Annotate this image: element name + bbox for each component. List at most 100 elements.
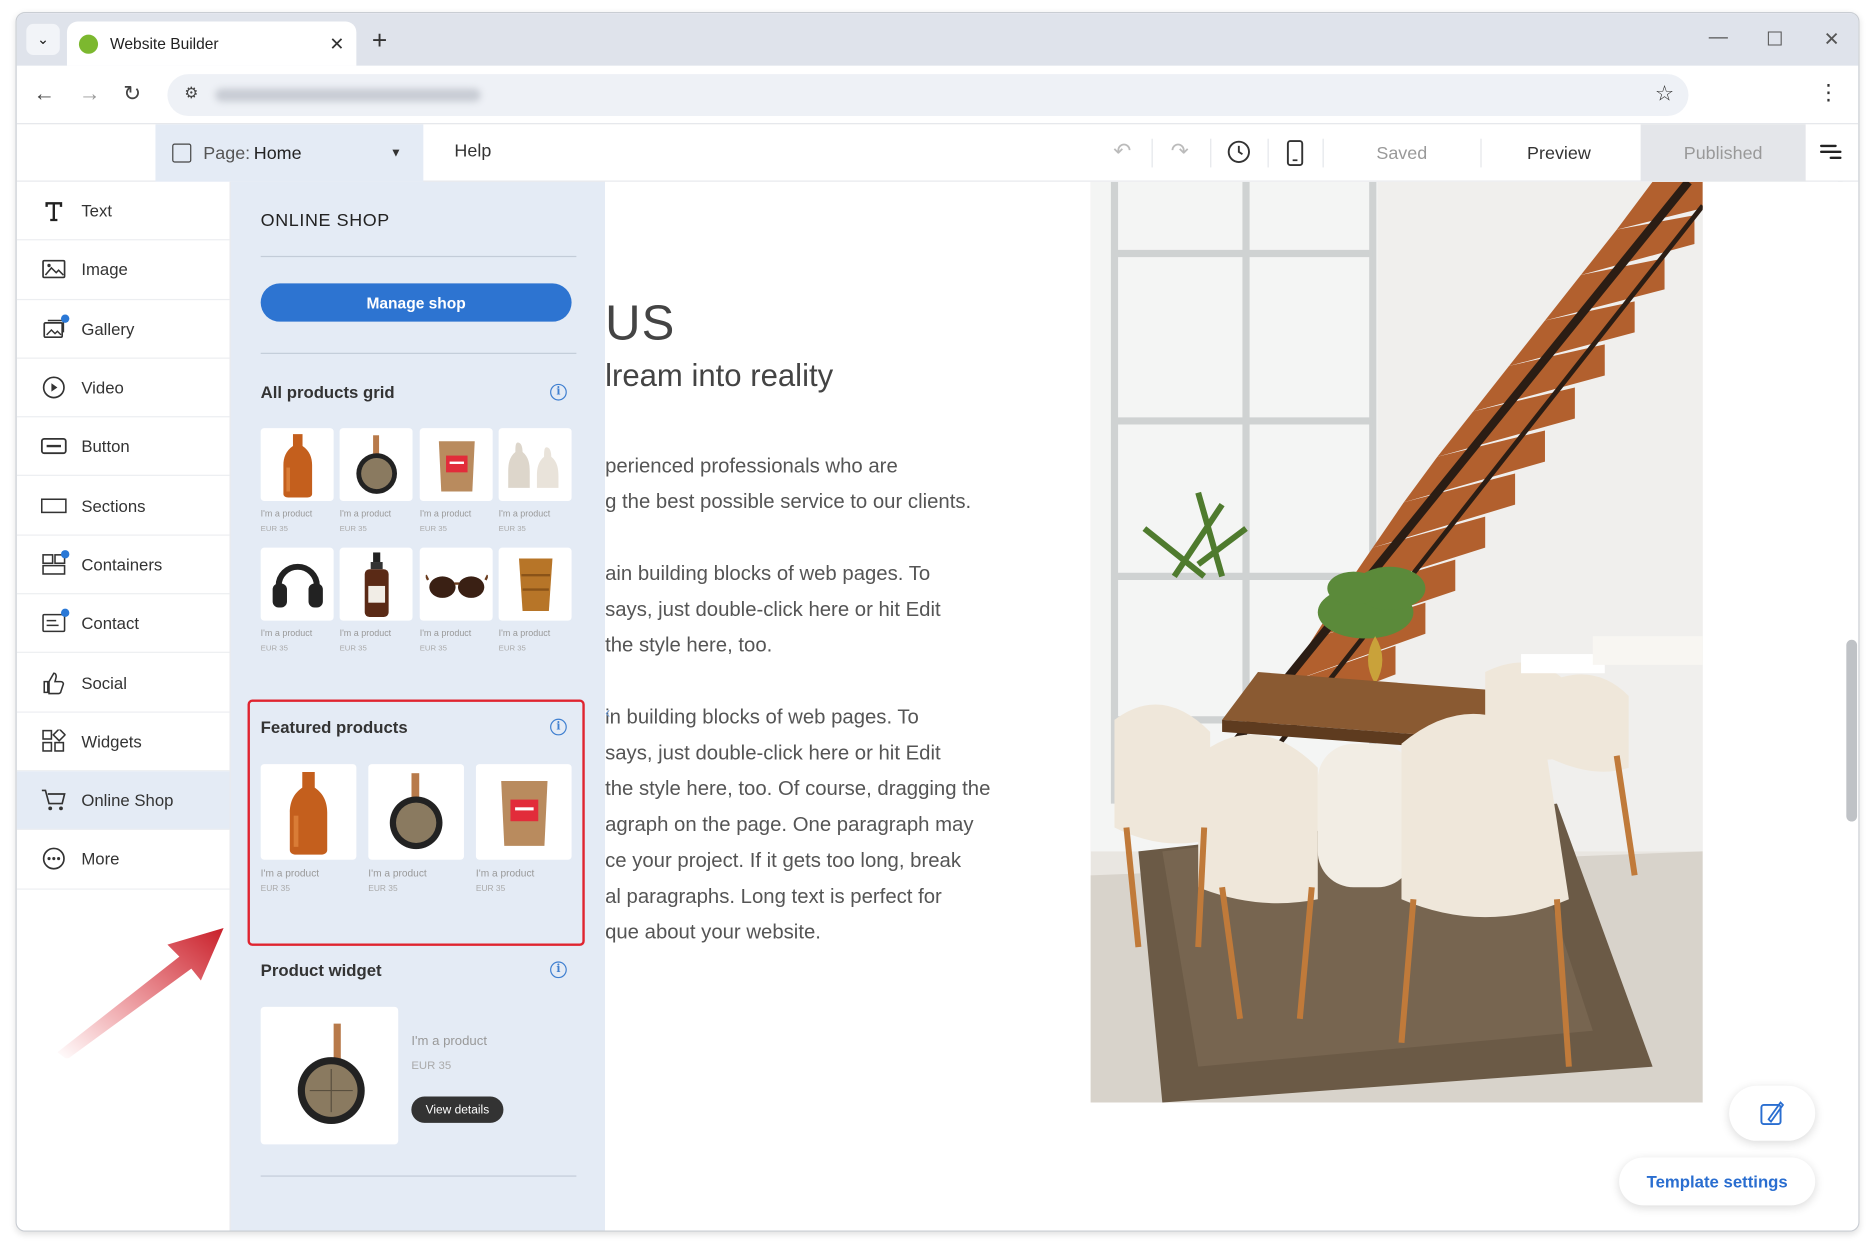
sidebar-item-label: Social	[81, 672, 127, 692]
manage-shop-button[interactable]: Manage shop	[260, 283, 572, 322]
body-text-line[interactable]: the style here, too.	[605, 628, 772, 664]
sidebar-item-label: Online Shop	[81, 790, 174, 810]
image-icon	[41, 258, 67, 282]
product-card[interactable]: I'm a product EUR 35	[260, 547, 334, 653]
online-shop-panel: ONLINE SHOP Manage shop All products gri…	[230, 181, 606, 1231]
product-card[interactable]: I'm a product EUR 35	[339, 428, 413, 534]
product-name: I'm a product	[498, 508, 551, 519]
video-icon	[41, 376, 67, 400]
product-price: EUR 35	[419, 644, 447, 653]
body-text-line[interactable]: says, just double-click here or hit Edit	[605, 592, 941, 628]
sidebar-item-image[interactable]: Image	[16, 241, 230, 300]
design-settings-button[interactable]	[1729, 1085, 1816, 1141]
body-text-line[interactable]: g the best possible service to our clien…	[605, 484, 971, 520]
url-field[interactable]: ⚙ ☆	[167, 74, 1689, 116]
product-price: EUR 35	[419, 524, 447, 534]
body-text-line[interactable]: says, just double-click here or hit Edit	[605, 735, 941, 771]
page-subheading[interactable]: lream into reality	[605, 358, 833, 395]
product-image	[498, 547, 572, 621]
page-canvas[interactable]: US lream into reality perienced professi…	[605, 181, 1838, 1231]
tab-close-icon[interactable]: ✕	[329, 33, 344, 54]
undo-icon[interactable]: ↶	[1113, 139, 1131, 164]
reload-icon[interactable]: ↻	[123, 81, 141, 106]
tab-title: Website Builder	[110, 34, 219, 53]
editor-menu-icon[interactable]	[1820, 141, 1842, 163]
product-image	[368, 764, 464, 860]
product-name: I'm a product	[419, 627, 472, 639]
sidebar-item-sections[interactable]: Sections	[16, 477, 230, 536]
product-card[interactable]: I'm a product EUR 35	[339, 547, 413, 653]
toolbar-divider	[1267, 138, 1269, 168]
scroll-thumb[interactable]	[1846, 639, 1858, 822]
product-card[interactable]: I'm a product EUR 35	[260, 428, 334, 533]
info-icon[interactable]: i	[550, 383, 567, 401]
tab-bar: ⌄ Website Builder ✕ + — ☐ ✕	[16, 13, 1859, 66]
help-menu[interactable]: Help	[454, 141, 491, 161]
body-text-line[interactable]: que about your website.	[605, 915, 821, 951]
publish-button[interactable]: Published	[1640, 124, 1806, 182]
sidebar-item-more[interactable]: More	[16, 830, 230, 890]
preview-button[interactable]: Preview	[1527, 143, 1591, 163]
product-price: EUR 35	[339, 524, 367, 534]
redo-icon[interactable]: ↷	[1171, 139, 1189, 164]
tab-search-button[interactable]: ⌄	[26, 23, 60, 56]
browser-menu-icon[interactable]: ⋮	[1818, 80, 1840, 105]
product-price: EUR 35	[260, 884, 291, 894]
sidebar-item-gallery[interactable]: Gallery	[16, 300, 230, 359]
sidebar-item-video[interactable]: Video	[16, 359, 230, 418]
site-settings-icon[interactable]: ⚙	[179, 84, 203, 108]
product-name: I'm a product	[339, 627, 392, 639]
interior-photo[interactable]	[1090, 181, 1703, 1103]
body-text-line[interactable]: in building blocks of web pages. To	[605, 700, 919, 736]
mobile-view-icon[interactable]	[1285, 139, 1304, 174]
blurred-url	[215, 88, 481, 102]
history-icon[interactable]	[1226, 139, 1252, 171]
browser-tab[interactable]: Website Builder ✕	[66, 21, 357, 66]
body-text-line[interactable]: perienced professionals who are	[605, 448, 898, 484]
product-widget-image[interactable]	[260, 1006, 399, 1145]
body-text-line[interactable]: agraph on the page. One paragraph may	[605, 807, 973, 843]
product-name: I'm a product	[475, 866, 535, 879]
sidebar-item-containers[interactable]: Containers	[16, 535, 230, 595]
product-price: EUR 35	[368, 884, 398, 894]
sidebar-item-label: Widgets	[81, 731, 142, 751]
minimize-icon[interactable]: —	[1709, 28, 1728, 50]
product-card[interactable]: I'm a product EUR 35	[498, 547, 572, 653]
canvas-scrollbar[interactable]	[1842, 181, 1859, 1231]
chevron-down-icon: ▼	[389, 146, 402, 160]
product-image	[419, 547, 493, 621]
info-icon[interactable]: i	[550, 718, 567, 736]
window-close-icon[interactable]: ✕	[1824, 28, 1840, 52]
page-selector[interactable]: Page: Home ▼	[155, 124, 424, 182]
forward-icon[interactable]: →	[79, 81, 101, 106]
featured-product-card[interactable]: I'm a product EUR 35	[475, 764, 572, 893]
maximize-icon[interactable]: ☐	[1766, 28, 1783, 52]
body-text-line[interactable]: the style here, too. Of course, dragging…	[605, 771, 990, 807]
sidebar-item-online-shop[interactable]: Online Shop	[16, 771, 230, 831]
sidebar-item-widgets[interactable]: Widgets	[16, 712, 230, 772]
view-details-button[interactable]: View details	[411, 1096, 504, 1123]
divider	[260, 255, 577, 258]
body-text-line[interactable]: al paragraphs. Long text is perfect for	[605, 879, 942, 915]
body-text-line[interactable]: ain building blocks of web pages. To	[605, 556, 930, 592]
product-card[interactable]: I'm a product EUR 35	[498, 428, 572, 533]
bookmark-star-icon[interactable]: ☆	[1655, 81, 1674, 106]
template-settings-button[interactable]: Template settings	[1619, 1157, 1816, 1206]
sidebar-item-label: Video	[81, 377, 124, 398]
product-card[interactable]: I'm a product EUR 35	[419, 547, 493, 653]
sidebar-item-text[interactable]: Text	[16, 182, 230, 241]
back-icon[interactable]: ←	[33, 81, 55, 106]
featured-product-card[interactable]: I'm a product EUR 35	[368, 764, 464, 893]
product-image	[498, 428, 572, 502]
sidebar-item-social[interactable]: Social	[16, 653, 230, 713]
info-icon[interactable]: i	[550, 961, 567, 979]
body-text-line[interactable]: ce your project. If it gets too long, br…	[605, 843, 961, 879]
gallery-icon	[41, 314, 70, 341]
new-tab-button[interactable]: +	[372, 25, 387, 56]
collapse-panel-icon[interactable]: ‹	[605, 703, 617, 744]
featured-product-card[interactable]: I'm a product EUR 35	[260, 764, 357, 894]
product-card[interactable]: I'm a product EUR 35	[419, 428, 493, 534]
page-heading[interactable]: US	[605, 295, 676, 351]
sidebar-item-button[interactable]: Button	[16, 418, 230, 477]
sidebar-item-contact[interactable]: Contact	[16, 594, 230, 654]
